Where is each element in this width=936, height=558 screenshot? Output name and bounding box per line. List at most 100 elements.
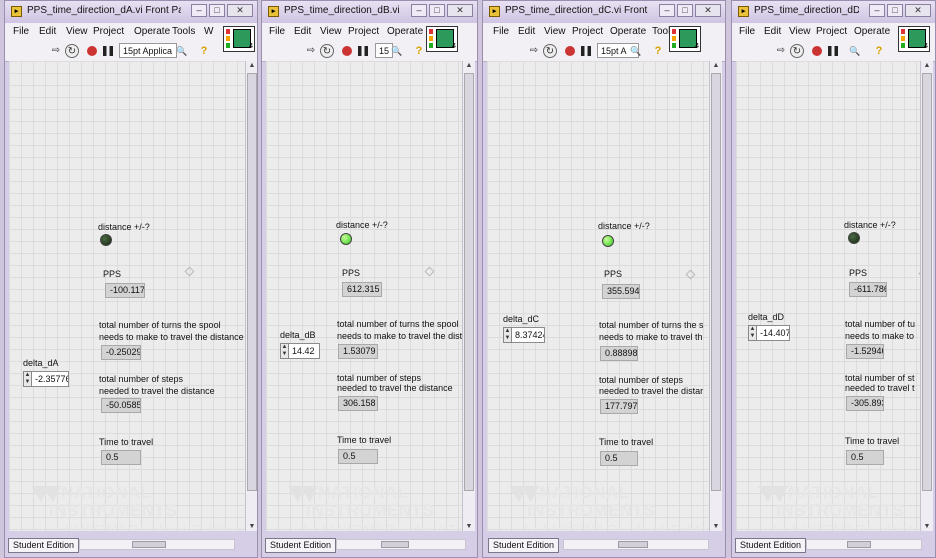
vertical-scrollbar[interactable]: ▲ ▼: [709, 61, 722, 531]
menu-item-file[interactable]: File: [739, 26, 755, 37]
abort-execution-icon[interactable]: [85, 44, 99, 58]
search-icon[interactable]: 🔍: [390, 44, 404, 58]
minimize-button[interactable]: –: [191, 4, 207, 17]
vertical-scroll-thumb[interactable]: [247, 73, 257, 491]
horizontal-scroll-thumb[interactable]: [381, 541, 409, 548]
title-bar[interactable]: ▸PPS_time_direction_dD.v...–□✕: [732, 1, 935, 23]
abort-execution-icon[interactable]: [810, 44, 824, 58]
menu-item-project[interactable]: Project: [572, 26, 603, 37]
close-button[interactable]: ✕: [227, 4, 253, 17]
scroll-down-arrow-icon[interactable]: ▼: [246, 523, 257, 530]
front-panel-canvas[interactable]: NATIONALINSTRUMENTS LabVIEW™Student Editi…: [736, 61, 920, 531]
menu-item-project[interactable]: Project: [348, 26, 379, 37]
time-label: Time to travel: [337, 435, 392, 445]
abort-execution-icon[interactable]: [340, 44, 354, 58]
pause-icon[interactable]: [579, 44, 593, 58]
increment-decrement-arrows[interactable]: ▲ ▼: [748, 325, 757, 341]
connector-pane-icon[interactable]: 4: [426, 26, 458, 52]
menu-item-view[interactable]: View: [789, 26, 811, 37]
close-button[interactable]: ✕: [695, 4, 721, 17]
run-arrow-icon[interactable]: ⇨: [49, 44, 63, 58]
horizontal-scrollbar[interactable]: [336, 539, 466, 550]
increment-decrement-arrows[interactable]: ▲ ▼: [503, 327, 512, 343]
help-icon[interactable]: ?: [872, 44, 886, 58]
connector-pane-icon[interactable]: 4: [898, 26, 930, 52]
run-continuously-icon[interactable]: ↻: [320, 44, 334, 58]
vertical-scrollbar[interactable]: ▲ ▼: [920, 61, 933, 531]
abort-execution-icon[interactable]: [563, 44, 577, 58]
title-bar[interactable]: ▸ PPS_time_direction_dA.vi Front Panel *–…: [5, 1, 257, 23]
search-icon[interactable]: 🔍: [848, 44, 862, 58]
horizontal-scrollbar[interactable]: [563, 539, 709, 550]
menu-item-edit[interactable]: Edit: [518, 26, 535, 37]
increment-decrement-arrows[interactable]: ▲ ▼: [23, 371, 32, 387]
run-continuously-icon[interactable]: ↻: [790, 44, 804, 58]
vertical-scroll-thumb[interactable]: [711, 73, 721, 491]
connector-pane-icon[interactable]: 4: [223, 26, 255, 52]
scroll-up-arrow-icon[interactable]: ▲: [710, 62, 722, 69]
search-icon[interactable]: 🔍: [629, 44, 643, 58]
menu-item-operate[interactable]: Operate: [134, 26, 170, 37]
minimize-button[interactable]: –: [411, 4, 427, 17]
horizontal-scroll-thumb[interactable]: [132, 541, 166, 548]
scroll-down-arrow-icon[interactable]: ▼: [921, 523, 933, 530]
help-icon[interactable]: ?: [412, 44, 426, 58]
pause-icon[interactable]: [356, 44, 370, 58]
close-button[interactable]: ✕: [905, 4, 931, 17]
maximize-button[interactable]: □: [429, 4, 445, 17]
front-panel-canvas[interactable]: NATIONALINSTRUMENTS LabVIEW™Student Editi…: [9, 61, 245, 531]
front-panel-canvas[interactable]: NATIONALINSTRUMENTS LabVIEW™Student Editi…: [266, 61, 462, 531]
minimize-button[interactable]: –: [659, 4, 675, 17]
close-button[interactable]: ✕: [447, 4, 473, 17]
run-continuously-icon[interactable]: ↻: [543, 44, 557, 58]
maximize-button[interactable]: □: [209, 4, 225, 17]
menu-item-tools[interactable]: Tools: [172, 26, 195, 37]
scroll-down-arrow-icon[interactable]: ▼: [710, 523, 722, 530]
menu-item-operate[interactable]: Operate: [854, 26, 890, 37]
menu-item-project[interactable]: Project: [93, 26, 124, 37]
front-panel-canvas[interactable]: NATIONALINSTRUMENTS LabVIEW™Student Editi…: [487, 61, 709, 531]
run-arrow-icon[interactable]: ⇨: [774, 44, 788, 58]
maximize-button[interactable]: □: [677, 4, 693, 17]
scroll-up-arrow-icon[interactable]: ▲: [921, 62, 933, 69]
menu-item-edit[interactable]: Edit: [764, 26, 781, 37]
pause-icon[interactable]: [101, 44, 115, 58]
vertical-scroll-thumb[interactable]: [922, 73, 932, 491]
vertical-scroll-thumb[interactable]: [464, 73, 474, 491]
menu-item-view[interactable]: View: [66, 26, 88, 37]
menu-item-w[interactable]: W: [204, 26, 213, 37]
menu-item-operate[interactable]: Operate: [610, 26, 646, 37]
horizontal-scrollbar[interactable]: [806, 539, 922, 550]
increment-decrement-arrows[interactable]: ▲ ▼: [280, 343, 289, 359]
font-selector[interactable]: 15pt Applica: [119, 43, 177, 58]
horizontal-scrollbar[interactable]: [79, 539, 235, 550]
pause-icon[interactable]: [826, 44, 840, 58]
scroll-down-arrow-icon[interactable]: ▼: [463, 523, 475, 530]
menu-item-edit[interactable]: Edit: [39, 26, 56, 37]
help-icon[interactable]: ?: [197, 44, 211, 58]
maximize-button[interactable]: □: [887, 4, 903, 17]
horizontal-scroll-thumb[interactable]: [618, 541, 648, 548]
title-bar[interactable]: ▸ PPS_time_direction_dC.vi Front P... – □ ✕: [483, 1, 725, 23]
search-icon[interactable]: 🔍: [175, 44, 189, 58]
vertical-scrollbar[interactable]: ▲ ▼: [462, 61, 475, 531]
run-arrow-icon[interactable]: ⇨: [527, 44, 541, 58]
menu-item-view[interactable]: View: [544, 26, 566, 37]
vertical-scrollbar[interactable]: ▲ ▼: [245, 61, 257, 531]
menu-item-file[interactable]: File: [13, 26, 29, 37]
menu-item-file[interactable]: File: [493, 26, 509, 37]
menu-item-file[interactable]: File: [269, 26, 285, 37]
scroll-up-arrow-icon[interactable]: ▲: [463, 62, 475, 69]
minimize-button[interactable]: –: [869, 4, 885, 17]
scroll-up-arrow-icon[interactable]: ▲: [246, 62, 257, 69]
run-arrow-icon[interactable]: ⇨: [304, 44, 318, 58]
menu-item-operate[interactable]: Operate: [387, 26, 423, 37]
connector-pane-icon[interactable]: 4: [669, 26, 701, 52]
menu-item-edit[interactable]: Edit: [294, 26, 311, 37]
menu-item-project[interactable]: Project: [816, 26, 847, 37]
run-continuously-icon[interactable]: ↻: [65, 44, 79, 58]
menu-item-view[interactable]: View: [320, 26, 342, 37]
title-bar[interactable]: ▸PPS_time_direction_dB.vi Fro...–□✕: [262, 1, 477, 23]
horizontal-scroll-thumb[interactable]: [847, 541, 871, 548]
help-icon[interactable]: ?: [651, 44, 665, 58]
